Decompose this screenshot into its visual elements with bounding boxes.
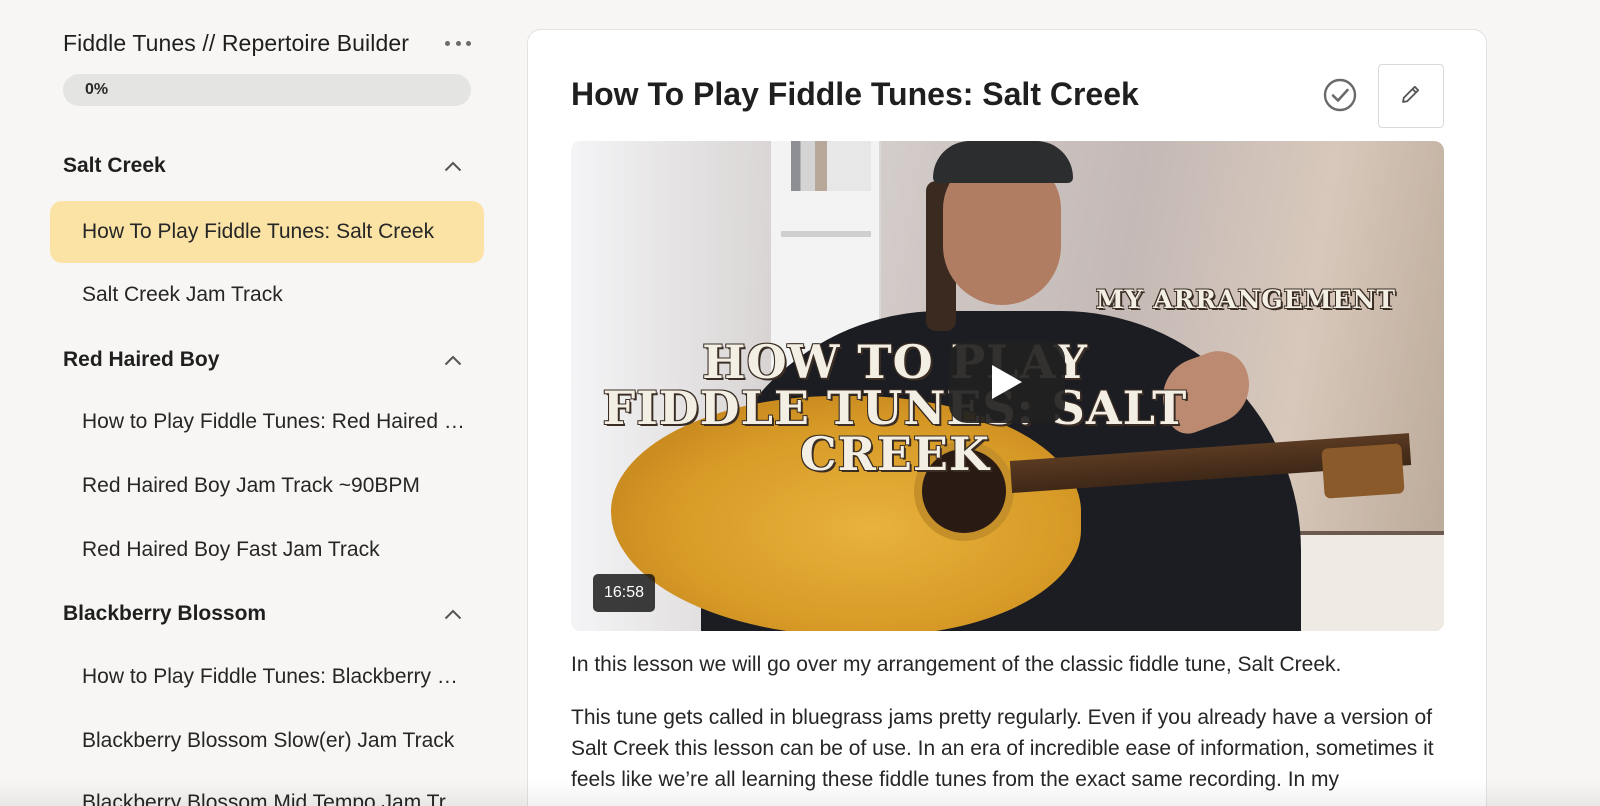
thumbnail-title-line: FIDDLE TUNES: SALT — [602, 381, 1188, 435]
chevron-up-icon[interactable] — [443, 604, 463, 624]
course-title: Fiddle Tunes // Repertoire Builder — [63, 30, 410, 56]
thumbnail-headstock — [1321, 443, 1405, 499]
section-title: Blackberry Blossom — [63, 602, 267, 625]
lesson-item[interactable]: Blackberry Blossom Mid Tempo Jam Tr... — [50, 772, 484, 806]
lesson-label: Red Haired Boy Jam Track ~90BPM — [82, 474, 420, 497]
lesson-label: Blackberry Blossom Mid Tempo Jam Tr... — [82, 791, 463, 806]
mark-complete-check-icon[interactable] — [1323, 78, 1357, 112]
lesson-item-active[interactable]: How To Play Fiddle Tunes: Salt Creek — [50, 201, 484, 263]
chevron-up-icon[interactable] — [443, 156, 463, 176]
lesson-label: How To Play Fiddle Tunes: Salt Creek — [82, 220, 435, 243]
lesson-description-paragraph: This tune gets called in bluegrass jams … — [571, 706, 1434, 791]
thumbnail-subtitle: MY ARRANGEMENT — [1096, 285, 1397, 314]
section-header-salt-creek[interactable]: Salt Creek — [63, 146, 471, 186]
lesson-card: How To Play Fiddle Tunes: Salt Creek MY … — [527, 29, 1487, 806]
section-header-blackberry-blossom[interactable]: Blackberry Blossom — [63, 594, 471, 634]
course-sidebar: Fiddle Tunes // Repertoire Builder 0% Sa… — [0, 0, 500, 806]
lesson-title: How To Play Fiddle Tunes: Salt Creek — [571, 76, 1139, 112]
lesson-label: How to Play Fiddle Tunes: Blackberry Bl.… — [82, 665, 468, 688]
play-button[interactable] — [949, 341, 1065, 423]
lesson-label: Blackberry Blossom Slow(er) Jam Track — [82, 729, 455, 752]
section-header-red-haired-boy[interactable]: Red Haired Boy — [63, 340, 471, 380]
lesson-item[interactable]: Salt Creek Jam Track — [50, 264, 484, 326]
thumbnail-title-line: CREEK — [800, 427, 990, 481]
play-icon — [992, 365, 1022, 399]
course-header: Fiddle Tunes // Repertoire Builder — [63, 30, 483, 57]
video-player[interactable]: MY ARRANGEMENT HOW TO PLAY FIDDLE TUNES:… — [571, 141, 1444, 631]
chevron-up-icon[interactable] — [443, 350, 463, 370]
section-title: Salt Creek — [63, 154, 166, 177]
lesson-item[interactable]: How to Play Fiddle Tunes: Red Haired Boy — [50, 391, 484, 453]
lesson-label: How to Play Fiddle Tunes: Red Haired Boy — [82, 410, 468, 433]
lesson-item[interactable]: Red Haired Boy Fast Jam Track — [50, 519, 484, 581]
thumbnail-books — [791, 141, 871, 191]
lesson-item[interactable]: Red Haired Boy Jam Track ~90BPM — [50, 455, 484, 517]
pencil-icon — [1400, 83, 1422, 110]
lesson-item[interactable]: How to Play Fiddle Tunes: Blackberry Bl.… — [50, 646, 484, 708]
section-title: Red Haired Boy — [63, 348, 220, 371]
lesson-label: Salt Creek Jam Track — [82, 283, 283, 306]
thumbnail-title-line: HOW TO PLAY — [702, 335, 1088, 389]
more-options-icon[interactable] — [445, 34, 471, 54]
lesson-description-paragraph: In this lesson we will go over my arrang… — [571, 653, 1342, 676]
thumbnail-title: HOW TO PLAY FIDDLE TUNES: SALT CREEK — [585, 339, 1205, 477]
edit-button[interactable] — [1378, 64, 1444, 128]
progress-label: 0% — [85, 81, 109, 98]
lesson-item[interactable]: Blackberry Blossom Slow(er) Jam Track — [50, 710, 484, 772]
thumbnail-shelf-board — [781, 231, 871, 237]
course-progress-bar: 0% — [63, 74, 471, 106]
thumbnail-cap — [933, 141, 1073, 183]
lesson-label: Red Haired Boy Fast Jam Track — [82, 538, 380, 561]
video-duration-badge: 16:58 — [593, 574, 656, 612]
